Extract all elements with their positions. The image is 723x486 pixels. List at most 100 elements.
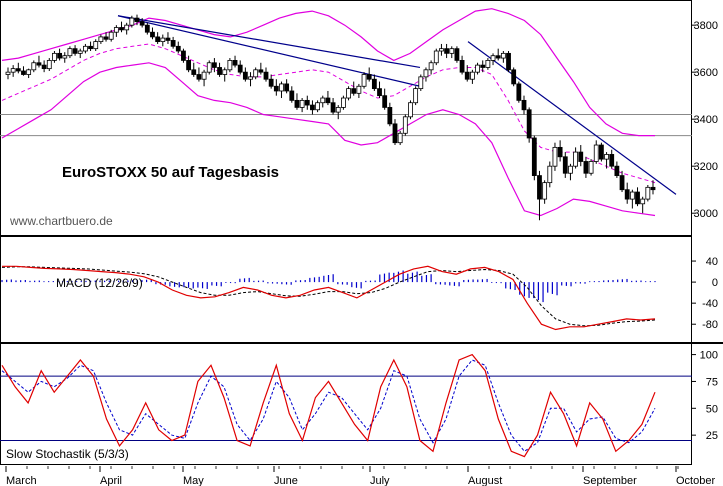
candle <box>418 74 424 91</box>
candle <box>490 53 496 66</box>
candle <box>289 86 295 103</box>
candle <box>21 66 26 76</box>
candle <box>469 69 475 84</box>
candle <box>635 187 640 207</box>
stoch-k-line <box>1 353 656 458</box>
candle <box>41 60 47 73</box>
month-label: August <box>468 475 502 486</box>
candle <box>377 81 382 99</box>
candle <box>382 88 388 110</box>
candle <box>144 22 150 35</box>
price-tick-label: 3400 <box>694 114 718 126</box>
candle <box>614 161 620 178</box>
candle <box>46 58 52 71</box>
candle <box>72 45 78 56</box>
price-tick-label: 3000 <box>694 208 718 220</box>
candle <box>191 62 197 77</box>
candle <box>10 65 16 77</box>
candle <box>629 189 635 209</box>
stoch-d-line <box>1 359 656 452</box>
price-panel-frame <box>0 0 692 236</box>
month-label: July <box>370 475 390 486</box>
month-label: September <box>583 475 637 486</box>
candle <box>67 46 73 59</box>
candle <box>217 62 222 77</box>
candle <box>284 79 290 94</box>
price-y-axis: 3000 3200 3400 3600 3800 <box>692 20 718 220</box>
stoch-tick-label: 75 <box>706 376 718 388</box>
candle <box>335 105 341 120</box>
candle <box>521 95 527 115</box>
candle <box>83 43 88 54</box>
candle <box>211 58 217 73</box>
price-tick-label: 3600 <box>694 67 718 79</box>
candle <box>273 79 279 96</box>
candle <box>346 86 351 101</box>
month-label: October <box>676 475 715 486</box>
candle <box>356 83 362 99</box>
price-tick-label: 3800 <box>694 20 718 32</box>
candle <box>402 114 408 136</box>
candle <box>36 55 42 68</box>
candle <box>444 43 450 59</box>
candle <box>325 90 331 106</box>
candle <box>397 130 403 146</box>
candle <box>222 67 228 82</box>
stoch-tick-label: 25 <box>706 430 718 442</box>
candle <box>315 100 321 113</box>
watermark: www.chartbuero.de <box>9 214 113 228</box>
candle <box>361 72 367 89</box>
candle <box>206 60 212 75</box>
candle <box>175 41 181 54</box>
candle <box>57 48 62 61</box>
candle <box>506 51 511 73</box>
candle <box>237 60 243 75</box>
candle <box>475 62 480 75</box>
candle <box>583 156 589 178</box>
candle <box>609 149 615 169</box>
candle <box>439 43 444 56</box>
candle <box>392 119 398 146</box>
candle <box>593 140 599 164</box>
candle <box>258 62 264 75</box>
month-label: April <box>100 475 122 486</box>
candle <box>366 67 372 82</box>
candle <box>645 184 651 202</box>
candle <box>253 67 259 80</box>
candle <box>242 67 248 82</box>
stoch-tick-label: 100 <box>700 350 718 362</box>
candle <box>340 95 346 110</box>
candle <box>201 69 207 87</box>
candle <box>170 36 176 49</box>
candle <box>588 159 594 176</box>
month-label: May <box>183 475 204 486</box>
candle <box>557 140 563 162</box>
candle <box>526 107 532 143</box>
candle <box>150 27 155 40</box>
candle <box>113 25 119 37</box>
stoch-lines <box>1 353 656 458</box>
price-grid <box>0 113 692 137</box>
candle <box>93 39 99 52</box>
x-axis: March April May June July August September Octo… <box>5 466 715 486</box>
candle <box>320 95 326 108</box>
macd-label: MACD (12/26/9) <box>56 276 143 290</box>
candle <box>573 147 578 169</box>
candle <box>413 86 419 106</box>
candle <box>181 48 186 63</box>
candle <box>351 81 357 96</box>
macd-tick-label: 0 <box>712 277 718 289</box>
price-tick-label: 3200 <box>694 161 718 173</box>
candle <box>547 161 553 188</box>
candle <box>268 74 274 89</box>
candle <box>433 48 439 66</box>
macd-tick-label: -80 <box>702 319 718 331</box>
candle <box>578 145 584 167</box>
candle <box>619 170 625 193</box>
month-label: June <box>274 475 298 486</box>
chart-canvas: 3000 3200 3400 3600 3800 EuroSTOXX 50 auf Ta… <box>0 0 723 486</box>
candle <box>459 55 465 75</box>
chart-title: EuroSTOXX 50 auf Tagesbasis <box>62 164 279 181</box>
candle <box>299 98 305 113</box>
candle <box>62 52 68 63</box>
